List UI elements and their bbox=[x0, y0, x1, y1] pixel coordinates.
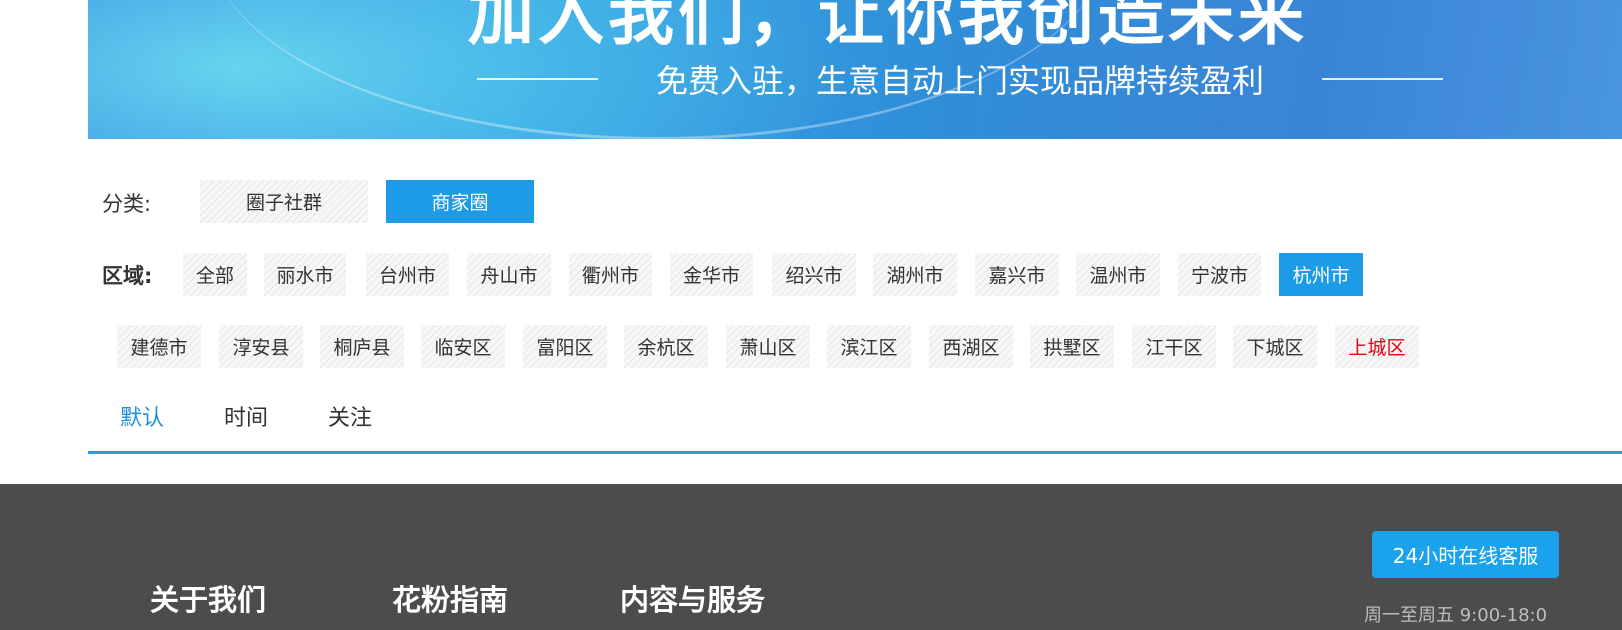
footer-heading-services[interactable]: 内容与服务 bbox=[620, 577, 765, 619]
sort-tab-time[interactable]: 时间 bbox=[224, 400, 268, 432]
footer-heading-guide[interactable]: 花粉指南 bbox=[392, 577, 508, 619]
city-chip[interactable]: 绍兴市 bbox=[772, 253, 856, 296]
sort-tab-default[interactable]: 默认 bbox=[120, 400, 164, 432]
banner-subtitle-row: 免费入驻，生意自动上门实现品牌持续盈利 bbox=[477, 56, 1443, 102]
district-chip[interactable]: 江干区 bbox=[1132, 325, 1216, 368]
category-chip-merchant-circle[interactable]: 商家圈 bbox=[386, 180, 534, 223]
city-chip[interactable]: 舟山市 bbox=[467, 253, 551, 296]
city-chip[interactable]: 杭州市 bbox=[1279, 253, 1363, 296]
site-footer: 关于我们 花粉指南 内容与服务 24小时在线客服 周一至周五 9:00-18:0 bbox=[0, 484, 1622, 630]
district-chip[interactable]: 余杭区 bbox=[624, 325, 708, 368]
online-service-button[interactable]: 24小时在线客服 bbox=[1372, 531, 1559, 578]
banner-left-line bbox=[477, 78, 598, 80]
district-chip[interactable]: 下城区 bbox=[1233, 325, 1317, 368]
banner-title: 加入我们，让你我创造未来 bbox=[468, 0, 1308, 54]
banner-right-line bbox=[1321, 78, 1443, 80]
district-chip[interactable]: 富阳区 bbox=[523, 325, 607, 368]
footer-hours-text: 周一至周五 9:00-18:0 bbox=[1364, 605, 1548, 626]
city-chip[interactable]: 衢州市 bbox=[569, 253, 652, 296]
category-chip-circle-community[interactable]: 圈子社群 bbox=[200, 180, 368, 223]
city-chip[interactable]: 宁波市 bbox=[1178, 253, 1261, 296]
district-chip[interactable]: 淳安县 bbox=[219, 325, 303, 368]
city-chip[interactable]: 台州市 bbox=[366, 253, 449, 296]
category-label: 分类: bbox=[102, 192, 152, 216]
hero-banner: 加入我们，让你我创造未来 免费入驻，生意自动上门实现品牌持续盈利 bbox=[88, 0, 1622, 139]
district-chip[interactable]: 西湖区 bbox=[929, 325, 1013, 368]
district-chip[interactable]: 上城区 bbox=[1335, 325, 1419, 368]
banner-subtitle: 免费入驻，生意自动上门实现品牌持续盈利 bbox=[655, 62, 1264, 100]
district-chip[interactable]: 萧山区 bbox=[726, 325, 810, 368]
district-chip[interactable]: 建德市 bbox=[117, 325, 201, 368]
footer-heading-about[interactable]: 关于我们 bbox=[150, 577, 266, 619]
district-chip[interactable]: 滨江区 bbox=[827, 325, 911, 368]
city-chip[interactable]: 温州市 bbox=[1076, 253, 1160, 296]
district-chip[interactable]: 拱墅区 bbox=[1030, 325, 1114, 368]
city-chip[interactable]: 湖州市 bbox=[873, 253, 957, 296]
city-chip[interactable]: 金华市 bbox=[670, 253, 753, 296]
region-label: 区域: bbox=[102, 264, 153, 288]
sort-tab-underline bbox=[88, 451, 1622, 454]
city-chip[interactable]: 全部 bbox=[183, 253, 247, 296]
city-chip[interactable]: 丽水市 bbox=[264, 253, 346, 296]
sort-tab-follow[interactable]: 关注 bbox=[328, 400, 372, 432]
city-chip[interactable]: 嘉兴市 bbox=[975, 253, 1059, 296]
district-chip[interactable]: 临安区 bbox=[421, 325, 505, 368]
district-chip[interactable]: 桐庐县 bbox=[320, 325, 404, 368]
